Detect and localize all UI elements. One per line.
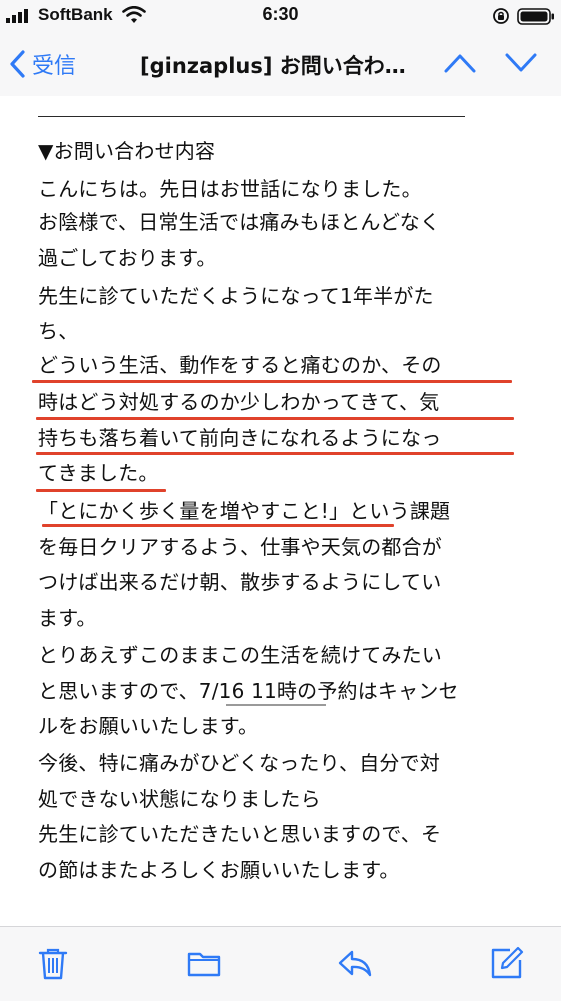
mail-line: を毎日クリアするよう、仕事や天気の都合が xyxy=(38,535,442,559)
highlight-underline xyxy=(36,489,166,492)
mail-line: とりあえずこのままこの生活を続けてみたい xyxy=(38,643,442,667)
mail-line: 過ごしております。 xyxy=(38,246,217,270)
highlight-underline xyxy=(36,452,514,455)
mail-line: 処できない状態になりましたら xyxy=(38,787,321,811)
mail-line: 時はどう対処するのか少しわかってきて、気 xyxy=(38,390,440,414)
mail-line: ルをお願いいたします。 xyxy=(38,714,259,738)
separator-line xyxy=(38,116,465,117)
mail-line: てきました。 xyxy=(38,461,159,485)
message-body[interactable]: ▼お問い合わせ内容 こんにちは。先日はお世話になりました。 お陰様で、日常生活で… xyxy=(0,96,561,926)
mail-line: こんにちは。先日はお世話になりました。 xyxy=(38,177,422,201)
compose-icon[interactable] xyxy=(488,945,524,981)
battery-icon xyxy=(517,8,554,25)
chevron-up-icon[interactable] xyxy=(443,50,477,76)
mail-line: ▼お問い合わせ内容 xyxy=(38,139,216,163)
highlight-underline xyxy=(32,380,512,383)
mail-line: つけば出来るだけ朝、散歩するようにしてい xyxy=(38,570,442,594)
mail-line: 今後、特に痛みがひどくなったり、自分で対 xyxy=(38,751,440,775)
message-title: [ginzaplus] お問い合わ… xyxy=(140,54,406,78)
navigation-bar: 受信 [ginzaplus] お問い合わ… xyxy=(0,34,561,97)
status-bar: SoftBank 6:30 xyxy=(0,0,561,34)
mail-line: の節はまたよろしくお願いいたします。 xyxy=(38,858,400,882)
date-underline xyxy=(226,704,326,706)
chevron-left-icon xyxy=(10,50,25,78)
highlight-underline xyxy=(42,524,394,527)
bottom-toolbar xyxy=(0,926,561,1001)
mail-line: ます。 xyxy=(38,606,97,630)
chevron-down-icon[interactable] xyxy=(504,50,538,76)
highlight-underline xyxy=(36,417,514,420)
mail-line: と思いますので、7/16 11時の予約はキャンセ xyxy=(38,679,459,703)
mail-line: 先生に診ていただきたいと思いますので、そ xyxy=(38,822,442,846)
back-to-inbox-button[interactable]: 受信 xyxy=(8,46,76,82)
folder-icon[interactable] xyxy=(186,945,222,981)
reply-icon[interactable] xyxy=(337,945,373,981)
mail-line: 持ちも落ち着いて前向きになれるようになっ xyxy=(38,426,442,450)
back-label: 受信 xyxy=(32,54,77,79)
mail-line: 「とにかく歩く量を増やすこと!」という課題 xyxy=(38,499,451,523)
mail-line: ち、 xyxy=(38,319,79,343)
mail-line: 先生に診ていただくようになって1年半がた xyxy=(38,284,434,308)
mail-line: どういう生活、動作をすると痛むのか、その xyxy=(38,353,442,377)
trash-icon[interactable] xyxy=(35,945,71,981)
mail-line: お陰様で、日常生活では痛みもほとんどなく xyxy=(38,210,441,234)
rotation-lock-icon xyxy=(493,8,509,24)
status-time: 6:30 xyxy=(262,4,299,24)
